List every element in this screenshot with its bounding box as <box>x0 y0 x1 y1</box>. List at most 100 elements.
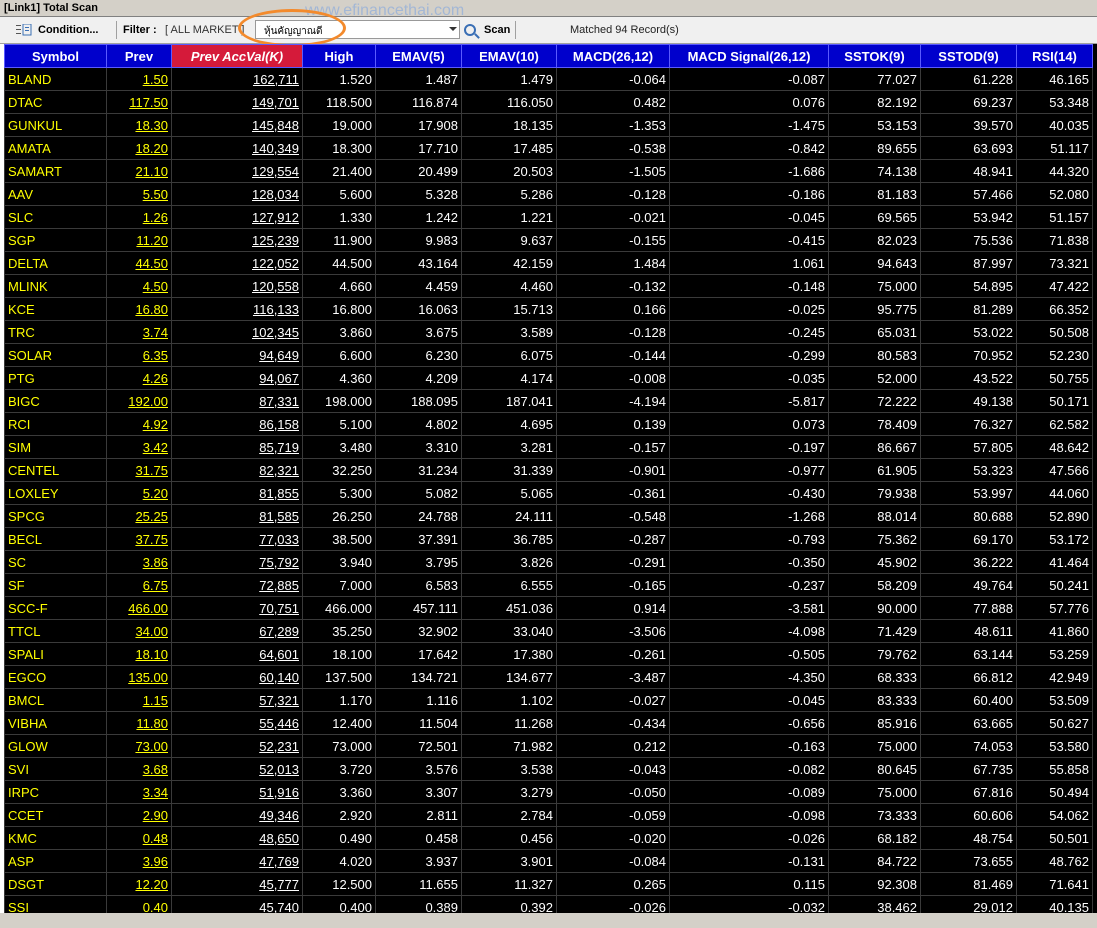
condition-button[interactable]: Condition... <box>16 21 98 39</box>
cell-prev[interactable]: 135.00 <box>106 665 172 689</box>
table-row[interactable]: SPCG 25.25 81,585 26.250 24.788 24.111 -0.548-… <box>4 504 1093 528</box>
cell-prev[interactable]: 192.00 <box>106 389 172 413</box>
filter-value[interactable]: [ ALL MARKET ] <box>165 24 244 36</box>
cell-prev[interactable]: 12.20 <box>106 872 172 896</box>
cell-prev-accval[interactable]: 67,289 <box>171 619 303 643</box>
cell-prev-accval[interactable]: 48,650 <box>171 826 303 850</box>
table-row[interactable]: ASP 3.96 47,769 4.020 3.937 3.901 -0.084 -0.131… <box>4 849 1093 873</box>
table-row[interactable]: LOXLEY 5.20 81,855 5.300 5.082 5.065 -0.361 -0.… <box>4 481 1093 505</box>
cell-prev-accval[interactable]: 45,740 <box>171 895 303 913</box>
header-high[interactable]: High <box>302 44 376 68</box>
table-row[interactable]: SSI 0.40 45,740 0.400 0.389 0.392 -0.026 -0.032… <box>4 895 1093 913</box>
cell-prev[interactable]: 3.34 <box>106 780 172 804</box>
header-rsi[interactable]: RSI(14) <box>1016 44 1093 68</box>
cell-prev[interactable]: 4.26 <box>106 366 172 390</box>
table-row[interactable]: SF 6.75 72,885 7.000 6.583 6.555 -0.165 -0.237 5… <box>4 573 1093 597</box>
table-row[interactable]: AMATA 18.20 140,349 18.300 17.710 17.485 -0.53… <box>4 136 1093 160</box>
header-emav5[interactable]: EMAV(5) <box>375 44 462 68</box>
cell-prev[interactable]: 6.75 <box>106 573 172 597</box>
cell-prev-accval[interactable]: 51,916 <box>171 780 303 804</box>
table-row[interactable]: SCC-F 466.00 70,751 466.000 457.111 451.036 0.… <box>4 596 1093 620</box>
table-row[interactable]: BECL 37.75 77,033 38.500 37.391 36.785 -0.287-… <box>4 527 1093 551</box>
cell-prev-accval[interactable]: 82,321 <box>171 458 303 482</box>
header-prev-accval[interactable]: Prev AccVal(K) <box>171 44 303 68</box>
cell-prev-accval[interactable]: 77,033 <box>171 527 303 551</box>
header-symbol[interactable]: Symbol <box>4 44 107 68</box>
header-sstod[interactable]: SSTOD(9) <box>920 44 1017 68</box>
cell-prev[interactable]: 5.20 <box>106 481 172 505</box>
cell-prev[interactable]: 0.40 <box>106 895 172 913</box>
cell-prev-accval[interactable]: 49,346 <box>171 803 303 827</box>
cell-prev[interactable]: 18.10 <box>106 642 172 666</box>
table-row[interactable]: SVI 3.68 52,013 3.720 3.576 3.538 -0.043 -0.082… <box>4 757 1093 781</box>
table-row[interactable]: MLINK 4.50 120,558 4.660 4.459 4.460 -0.132 -0.… <box>4 274 1093 298</box>
header-macd[interactable]: MACD(26,12) <box>556 44 670 68</box>
cell-prev[interactable]: 6.35 <box>106 343 172 367</box>
cell-prev[interactable]: 3.74 <box>106 320 172 344</box>
cell-prev[interactable]: 4.92 <box>106 412 172 436</box>
scan-button[interactable]: Scan <box>460 21 510 39</box>
cell-prev[interactable]: 37.75 <box>106 527 172 551</box>
table-row[interactable]: BIGC 192.00 87,331 198.000 188.095 187.041 -4.… <box>4 389 1093 413</box>
header-emav10[interactable]: EMAV(10) <box>461 44 557 68</box>
table-row[interactable]: KCE 16.80 116,133 16.800 16.063 15.713 0.166 -0… <box>4 297 1093 321</box>
cell-prev-accval[interactable]: 86,158 <box>171 412 303 436</box>
cell-prev[interactable]: 25.25 <box>106 504 172 528</box>
cell-prev-accval[interactable]: 81,585 <box>171 504 303 528</box>
cell-prev[interactable]: 73.00 <box>106 734 172 758</box>
table-row[interactable]: RCI 4.92 86,158 5.100 4.802 4.695 0.139 0.073 78… <box>4 412 1093 436</box>
cell-prev[interactable]: 2.90 <box>106 803 172 827</box>
cell-prev[interactable]: 5.50 <box>106 182 172 206</box>
cell-prev-accval[interactable]: 102,345 <box>171 320 303 344</box>
cell-prev-accval[interactable]: 57,321 <box>171 688 303 712</box>
cell-prev[interactable]: 31.75 <box>106 458 172 482</box>
cell-prev[interactable]: 3.86 <box>106 550 172 574</box>
cell-prev-accval[interactable]: 45,777 <box>171 872 303 896</box>
cell-prev[interactable]: 11.20 <box>106 228 172 252</box>
cell-prev-accval[interactable]: 72,885 <box>171 573 303 597</box>
cell-prev-accval[interactable]: 60,140 <box>171 665 303 689</box>
table-row[interactable]: SGP 11.20 125,239 11.900 9.983 9.637 -0.155 -0.… <box>4 228 1093 252</box>
table-row[interactable]: SC 3.86 75,792 3.940 3.795 3.826 -0.291 -0.350 4… <box>4 550 1093 574</box>
table-row[interactable]: GUNKUL 18.30 145,848 19.000 17.908 18.135 -1.3… <box>4 113 1093 137</box>
table-row[interactable]: TTCL 34.00 67,289 35.250 32.902 33.040 -3.506-… <box>4 619 1093 643</box>
cell-prev[interactable]: 0.48 <box>106 826 172 850</box>
cell-prev-accval[interactable]: 116,133 <box>171 297 303 321</box>
cell-prev[interactable]: 117.50 <box>106 90 172 114</box>
cell-prev[interactable]: 44.50 <box>106 251 172 275</box>
table-row[interactable]: DTAC 117.50 149,701 118.500 116.874 116.050 0.… <box>4 90 1093 114</box>
cell-prev-accval[interactable]: 129,554 <box>171 159 303 183</box>
cell-prev-accval[interactable]: 52,231 <box>171 734 303 758</box>
cell-prev[interactable]: 3.68 <box>106 757 172 781</box>
header-macd-signal[interactable]: MACD Signal(26,12) <box>669 44 829 68</box>
table-row[interactable]: DELTA 44.50 122,052 44.500 43.164 42.159 1.484… <box>4 251 1093 275</box>
cell-prev[interactable]: 16.80 <box>106 297 172 321</box>
cell-prev-accval[interactable]: 94,649 <box>171 343 303 367</box>
table-row[interactable]: IRPC 3.34 51,916 3.360 3.307 3.279 -0.050 -0.08… <box>4 780 1093 804</box>
cell-prev[interactable]: 1.15 <box>106 688 172 712</box>
cell-prev-accval[interactable]: 162,711 <box>171 67 303 91</box>
cell-prev[interactable]: 11.80 <box>106 711 172 735</box>
cell-prev[interactable]: 3.42 <box>106 435 172 459</box>
cell-prev-accval[interactable]: 149,701 <box>171 90 303 114</box>
table-row[interactable]: VIBHA 11.80 55,446 12.400 11.504 11.268 -0.434… <box>4 711 1093 735</box>
cell-prev-accval[interactable]: 70,751 <box>171 596 303 620</box>
cell-prev[interactable]: 1.50 <box>106 67 172 91</box>
table-row[interactable]: CCET 2.90 49,346 2.920 2.811 2.784 -0.059 -0.09… <box>4 803 1093 827</box>
cell-prev-accval[interactable]: 47,769 <box>171 849 303 873</box>
cell-prev-accval[interactable]: 145,848 <box>171 113 303 137</box>
cell-prev-accval[interactable]: 125,239 <box>171 228 303 252</box>
table-row[interactable]: SIM 3.42 85,719 3.480 3.310 3.281 -0.157 -0.197… <box>4 435 1093 459</box>
table-row[interactable]: SLC 1.26 127,912 1.330 1.242 1.221 -0.021 -0.04… <box>4 205 1093 229</box>
cell-prev[interactable]: 3.96 <box>106 849 172 873</box>
table-row[interactable]: DSGT 12.20 45,777 12.500 11.655 11.327 0.265 0.… <box>4 872 1093 896</box>
cell-prev-accval[interactable]: 64,601 <box>171 642 303 666</box>
cell-prev-accval[interactable]: 127,912 <box>171 205 303 229</box>
cell-prev[interactable]: 1.26 <box>106 205 172 229</box>
cell-prev-accval[interactable]: 120,558 <box>171 274 303 298</box>
table-row[interactable]: AAV 5.50 128,034 5.600 5.328 5.286 -0.128 -0.18… <box>4 182 1093 206</box>
cell-prev-accval[interactable]: 52,013 <box>171 757 303 781</box>
table-row[interactable]: SOLAR 6.35 94,649 6.600 6.230 6.075 -0.144 -0.2… <box>4 343 1093 367</box>
cell-prev[interactable]: 466.00 <box>106 596 172 620</box>
table-row[interactable]: SPALI 18.10 64,601 18.100 17.642 17.380 -0.261… <box>4 642 1093 666</box>
